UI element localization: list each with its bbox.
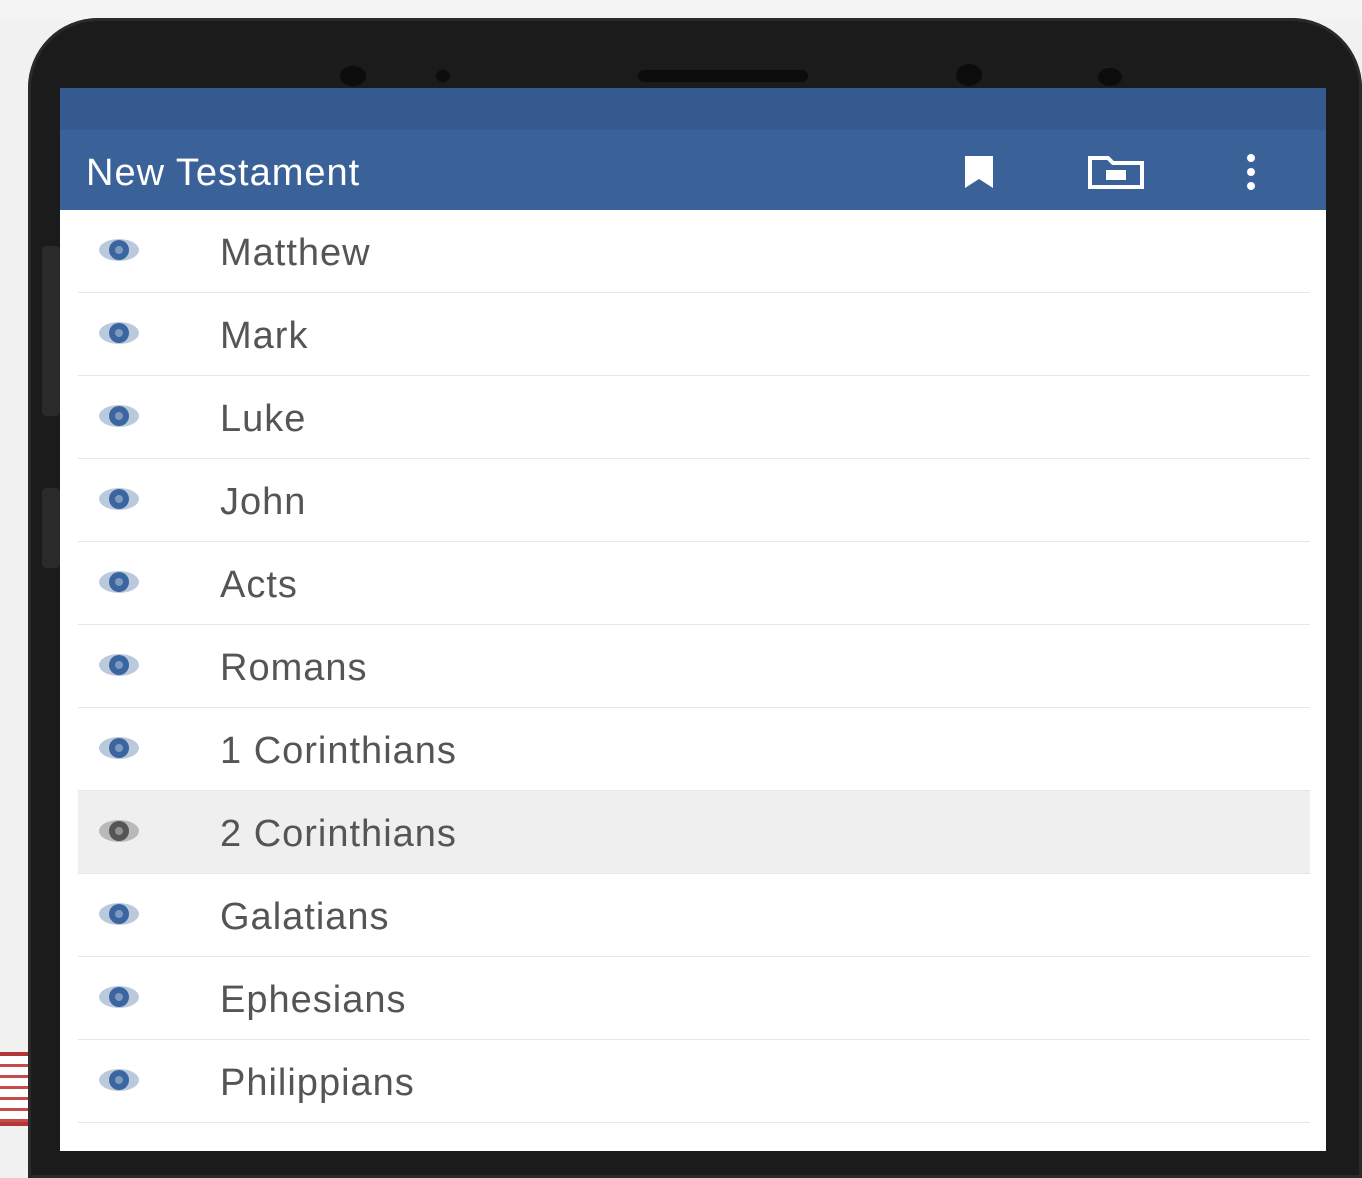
book-icon — [98, 899, 140, 929]
book-label: 2 Corinthians — [220, 813, 457, 855]
book-label: John — [220, 481, 307, 523]
status-bar — [60, 88, 1326, 130]
book-label: 1 Corinthians — [220, 730, 457, 772]
more-vert-icon[interactable] — [1236, 152, 1266, 192]
phone-side-button — [42, 488, 60, 568]
book-icon — [98, 567, 140, 597]
book-label: Acts — [220, 564, 298, 606]
book-icon — [98, 650, 140, 680]
book-icon — [98, 318, 140, 348]
earpiece-speaker — [638, 70, 808, 82]
phone-side-button — [42, 246, 60, 416]
book-icon — [98, 982, 140, 1012]
list-item[interactable]: 1 Corinthians — [78, 708, 1310, 791]
background — [0, 0, 1362, 20]
list-item[interactable]: Galatians — [78, 874, 1310, 957]
book-icon — [98, 401, 140, 431]
book-icon — [98, 1065, 140, 1095]
proximity-sensor — [436, 70, 450, 82]
front-sensor — [1098, 68, 1122, 86]
book-icon — [98, 733, 140, 763]
page-title: New Testament — [86, 152, 361, 194]
book-icon — [98, 235, 140, 265]
list-item[interactable]: Luke — [78, 376, 1310, 459]
book-icon — [98, 484, 140, 514]
list-item[interactable]: John — [78, 459, 1310, 542]
book-list: Matthew Mark Luke John Acts Romans 1 Corinthia… — [60, 210, 1326, 1123]
book-label: Matthew — [220, 232, 371, 274]
front-sensor — [956, 64, 982, 86]
list-item[interactable]: 2 Corinthians — [78, 791, 1310, 874]
folder-icon[interactable] — [1086, 154, 1146, 190]
book-label: Ephesians — [220, 979, 407, 1021]
list-item[interactable]: Matthew — [78, 210, 1310, 293]
book-label: Mark — [220, 315, 309, 357]
list-item[interactable]: Mark — [78, 293, 1310, 376]
book-label: Luke — [220, 398, 307, 440]
book-label: Galatians — [220, 896, 390, 938]
app-screen: New Testament Matthew Mark Luke John Acts Rom… — [60, 88, 1326, 1151]
app-bar: New Testament — [60, 130, 1326, 210]
list-item[interactable]: Acts — [78, 542, 1310, 625]
list-item[interactable]: Philippians — [78, 1040, 1310, 1123]
bookmark-icon[interactable] — [962, 154, 996, 190]
list-item[interactable]: Ephesians — [78, 957, 1310, 1040]
book-label: Romans — [220, 647, 368, 689]
book-icon — [98, 816, 140, 846]
list-item[interactable]: Romans — [78, 625, 1310, 708]
book-label: Philippians — [220, 1062, 415, 1104]
front-camera — [340, 66, 366, 86]
